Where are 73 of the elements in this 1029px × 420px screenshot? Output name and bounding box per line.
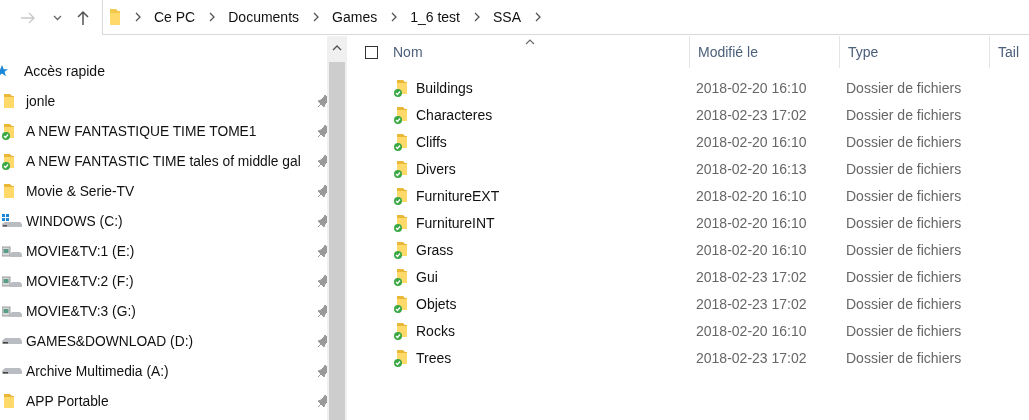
sidebar-item[interactable]: Archive Multimedia (A:) [0, 356, 328, 386]
modified-date: 2018-02-20 16:10 [696, 322, 807, 339]
windows-drive-icon [2, 213, 22, 229]
file-name[interactable]: FurnitureINT [416, 214, 495, 231]
chevron-icon [391, 12, 399, 22]
chevron-icon [535, 12, 542, 22]
chevron-icon [474, 12, 481, 22]
file-type: Dossier de fichiers [846, 295, 962, 312]
breadcrumb-item[interactable]: Documents [228, 9, 300, 25]
breadcrumb-item[interactable]: Games [332, 9, 378, 25]
folder-icon [2, 92, 16, 110]
file-type: Dossier de fichiers [846, 160, 962, 177]
modified-date: 2018-02-20 16:10 [696, 133, 807, 150]
quick-access-item[interactable]: Accès rapide [0, 56, 328, 86]
breadcrumb-item[interactable]: Ce PC [154, 9, 196, 25]
folder-icon [109, 8, 121, 26]
file-name[interactable]: Gui [416, 268, 438, 285]
modified-date: 2018-02-20 16:10 [696, 79, 807, 96]
column-header[interactable]: Tail [989, 36, 1029, 68]
file-type: Dossier de fichiers [846, 322, 962, 339]
breadcrumb-item[interactable]: SSA [493, 9, 521, 25]
media-drive-icon [2, 273, 22, 289]
file-type: Dossier de fichiers [846, 133, 962, 150]
chevron-down-icon [52, 14, 62, 21]
modified-date: 2018-02-20 16:13 [696, 160, 807, 177]
sidebar-item[interactable]: WINDOWS (C:) [0, 206, 328, 236]
scroll-up-icon[interactable] [332, 45, 343, 51]
modified-date: 2018-02-23 17:02 [696, 295, 807, 312]
chevron-icon [313, 12, 321, 22]
modified-date: 2018-02-20 16:10 [696, 214, 807, 231]
modified-date: 2018-02-20 16:10 [696, 187, 807, 204]
modified-date: 2018-02-20 16:10 [696, 241, 807, 258]
column-header[interactable]: Nom [393, 36, 689, 68]
file-name[interactable]: Buildings [416, 79, 473, 96]
file-name[interactable]: Characteres [416, 106, 493, 123]
up-arrow-icon [76, 9, 90, 26]
column-header[interactable]: Modifié le [689, 36, 839, 68]
drive-icon [2, 368, 22, 374]
file-name[interactable]: Cliffs [416, 133, 447, 150]
modified-date: 2018-02-23 17:02 [696, 268, 807, 285]
sidebar-item[interactable]: MOVIE&TV:1 (E:) [0, 236, 328, 266]
file-name[interactable]: Divers [416, 160, 456, 177]
file-name[interactable]: FurnitureEXT [416, 187, 500, 204]
chevron-icon [209, 12, 217, 22]
media-drive-icon [2, 303, 22, 319]
file-type: Dossier de fichiers [846, 214, 962, 231]
select-all-checkbox[interactable] [365, 45, 378, 59]
column-header[interactable]: Type [839, 36, 989, 68]
sort-ascending-icon[interactable] [525, 39, 535, 45]
file-name[interactable]: Trees [416, 349, 452, 366]
file-type: Dossier de fichiers [846, 349, 962, 366]
folder-icon [2, 392, 16, 410]
breadcrumb-item[interactable]: 1_6 test [410, 9, 460, 25]
file-type: Dossier de fichiers [846, 79, 962, 96]
file-name[interactable]: Rocks [416, 322, 455, 339]
file-type: Dossier de fichiers [846, 106, 962, 123]
file-name[interactable]: Objets [416, 295, 457, 312]
folder-icon [2, 182, 16, 200]
sidebar-item[interactable]: GAMES&DOWNLOAD (D:) [0, 326, 328, 356]
media-drive-icon [2, 243, 22, 259]
sidebar-item[interactable]: MOVIE&TV:2 (F:) [0, 266, 328, 296]
modified-date: 2018-02-23 17:02 [696, 106, 807, 123]
scrollbar[interactable] [327, 36, 347, 420]
file-type: Dossier de fichiers [846, 268, 962, 285]
forward-arrow-icon [20, 10, 36, 25]
file-name[interactable]: Grass [416, 241, 454, 258]
chevron-icon [135, 12, 142, 22]
modified-date: 2018-02-23 17:02 [696, 349, 807, 366]
file-type: Dossier de fichiers [846, 187, 962, 204]
address-bar[interactable]: Ce PC Documents Games 1_6 test SSA [102, 0, 1029, 35]
sidebar-item[interactable]: MOVIE&TV:3 (G:) [0, 296, 328, 326]
drive-icon [2, 338, 22, 344]
file-type: Dossier de fichiers [846, 241, 962, 258]
